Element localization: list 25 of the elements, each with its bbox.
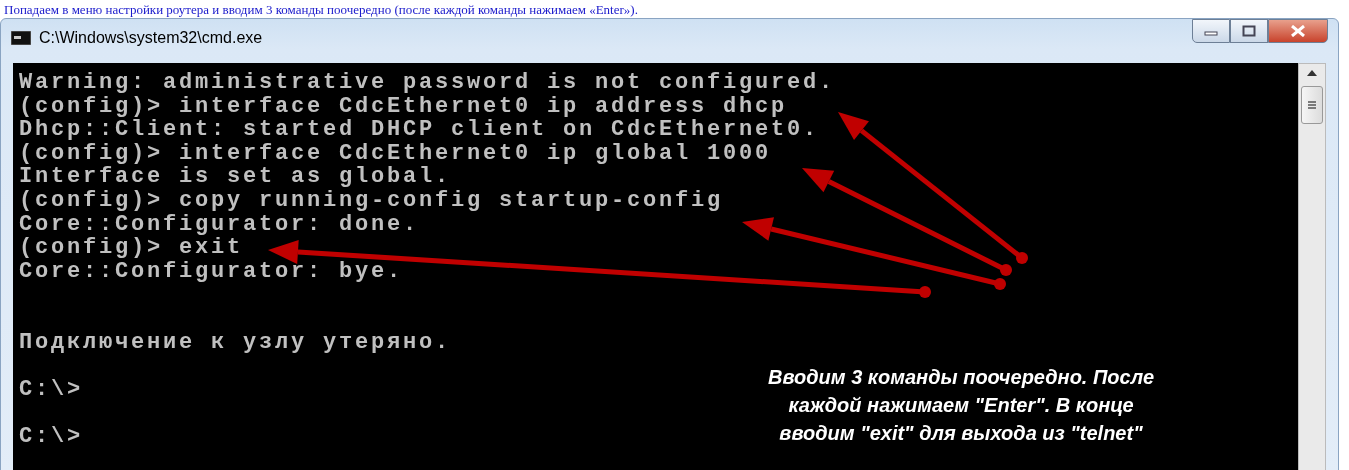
- caption-text: Попадаем в меню настройки роутера и вводим 3 команды поочередно (после каждой команды нажимаем «Enter»).: [3, 2, 638, 17]
- annotation-text: Вводим 3 команды поочередно. После каждой нажимаем "Enter". В конце вводим "exit" для выхода из "telnet": [767, 365, 1155, 446]
- minimize-button[interactable]: [1192, 19, 1230, 43]
- console-line: (config)> interface CdcEthernet0 ip global 1000: [19, 141, 772, 166]
- console-app-icon: [11, 31, 31, 45]
- console-line: Core::Configurator: bye.: [19, 259, 404, 284]
- console-line: C:\>: [19, 424, 83, 449]
- console-line: (config)> copy running-config startup-config: [19, 188, 724, 213]
- console-line: Core::Configurator: done.: [19, 212, 420, 237]
- close-button[interactable]: [1268, 19, 1328, 43]
- console-line: (config)> interface CdcEthernet0 ip address dhcp: [19, 94, 788, 119]
- console-line: Подключение к узлу утеряно.: [19, 330, 452, 355]
- console-line: Warning: administrative password is not configured.: [19, 71, 836, 95]
- console-line: Interface is set as global.: [19, 165, 452, 189]
- console-line: C:\>: [19, 377, 83, 402]
- scrollbar[interactable]: [1298, 63, 1326, 470]
- grip-icon: [1307, 100, 1317, 110]
- close-icon: [1290, 25, 1306, 37]
- scroll-up-icon[interactable]: [1307, 70, 1317, 76]
- maximize-button[interactable]: [1230, 19, 1268, 43]
- maximize-icon: [1242, 25, 1256, 37]
- scroll-thumb[interactable]: [1301, 86, 1323, 124]
- window-title: C:\Windows\system32\cmd.exe: [39, 29, 263, 47]
- console-line: Dhcp::Client: started DHCP client on CdcEthernet0.: [19, 118, 820, 142]
- console-line: (config)> exit: [19, 236, 244, 260]
